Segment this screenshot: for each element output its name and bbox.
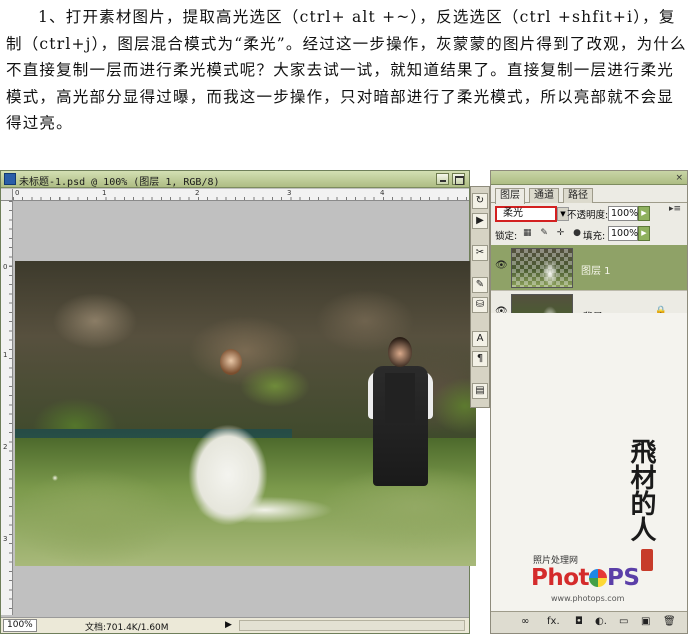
clone-source-icon[interactable]: ⛁: [472, 297, 488, 313]
maximize-button[interactable]: [452, 173, 465, 185]
adjustment-layer-icon[interactable]: ◐.: [595, 616, 607, 627]
ruler-label: 1: [102, 189, 107, 197]
ruler-label: 2: [195, 189, 200, 197]
wedding-photo[interactable]: [15, 261, 476, 566]
ruler-label: 3: [287, 189, 292, 197]
fill-field[interactable]: 100%: [608, 226, 638, 241]
new-layer-icon[interactable]: ▣: [641, 616, 650, 627]
panel-footer: ∞ fx. ◘ ◐. ▭ ▣ 🗑: [491, 611, 687, 633]
document-window[interactable]: 未标题-1.psd @ 100% (图层 1, RGB/8) 0 1 2 3 4…: [0, 170, 476, 634]
layer-name[interactable]: 图层 1: [581, 262, 611, 277]
panel-titlebar[interactable]: ×: [491, 171, 687, 185]
blend-mode-select[interactable]: 柔光: [495, 206, 557, 222]
document-title: 未标题-1.psd @ 100% (图层 1, RGB/8): [19, 177, 220, 188]
document-titlebar[interactable]: 未标题-1.psd @ 100% (图层 1, RGB/8): [1, 171, 469, 188]
ruler-label: 3: [3, 535, 8, 543]
tab-paths[interactable]: 路径: [563, 188, 593, 203]
panel-empty-area: 飛材的人 照片处理网 Phot PS www.photops.com: [491, 313, 687, 611]
brand-url: www.photops.com: [551, 594, 625, 603]
bride-head: [220, 349, 242, 375]
brush-preset-icon[interactable]: ✎: [472, 277, 488, 293]
brand-logo-pre: Phot: [531, 565, 590, 591]
colorful-o-icon: [589, 569, 608, 587]
new-group-icon[interactable]: ▭: [619, 616, 628, 627]
layer-thumbnail[interactable]: [511, 248, 573, 288]
add-mask-icon[interactable]: ◘: [575, 616, 583, 627]
horizontal-scrollbar[interactable]: [239, 620, 465, 631]
fill-label: 填充:: [583, 231, 606, 242]
ruler-origin[interactable]: [1, 189, 13, 201]
tab-layers[interactable]: 图层: [495, 188, 525, 204]
lock-label: 锁定:: [495, 231, 518, 242]
vertical-ruler[interactable]: 0 1 2 3: [1, 201, 13, 615]
ruler-label: 2: [3, 443, 8, 451]
fill-slider-arrow-icon[interactable]: ▶: [638, 226, 650, 241]
ruler-label: 0: [15, 189, 20, 197]
opacity-slider-arrow-icon[interactable]: ▶: [638, 206, 650, 221]
brand-logo: Phot PS: [531, 565, 640, 591]
palette-dock: ↻ ▶ ✂ ✎ ⛁ A ¶ ▤: [470, 186, 490, 408]
calligraphy-watermark: 飛材的人: [626, 438, 656, 542]
close-icon[interactable]: ×: [675, 173, 683, 183]
eye-icon[interactable]: 👁: [495, 260, 508, 271]
photoshop-doc-icon: [4, 173, 16, 185]
tools-icon[interactable]: ✂: [472, 245, 488, 261]
link-layers-icon[interactable]: ∞: [521, 616, 529, 627]
ruler-label: 1: [3, 351, 8, 359]
brand-logo-post: PS: [607, 565, 640, 591]
bride-dress: [173, 391, 283, 531]
layers-panel: × 图层 通道 路径 ▸≡ 柔光 ▼ 不透明度: 100% ▶ 锁定: ▦ ✎ …: [490, 170, 688, 634]
paragraph-icon[interactable]: ¶: [472, 351, 488, 367]
layer-comps-icon[interactable]: ▤: [472, 383, 488, 399]
layer-style-icon[interactable]: fx.: [547, 616, 560, 627]
character-icon[interactable]: A: [472, 331, 488, 347]
minimize-button[interactable]: [436, 173, 449, 185]
status-menu-arrow-icon[interactable]: ▶: [225, 620, 232, 630]
tab-channels[interactable]: 通道: [529, 188, 559, 203]
document-statusbar: 100% 文档:701.4K/1.60M ▶: [1, 617, 469, 633]
trash-icon[interactable]: 🗑: [663, 616, 676, 627]
lock-options-icons[interactable]: ▦ ✎ ✛ ●: [523, 228, 584, 238]
panel-menu-icon[interactable]: ▸≡: [669, 204, 681, 214]
actions-icon[interactable]: ▶: [472, 213, 488, 229]
canvas-area[interactable]: [13, 201, 476, 615]
red-seal-stamp: [641, 549, 653, 571]
ruler-label: 4: [380, 189, 385, 197]
transparency-checker: [512, 249, 572, 287]
document-size-info: 文档:701.4K/1.60M: [85, 623, 169, 633]
tutorial-step-text: 1、打开素材图片，提取高光选区（ctrl+ alt +~），反选选区（ctrl …: [6, 8, 687, 132]
panel-tabs: 图层 通道 路径 ▸≡: [491, 186, 687, 214]
ruler-label: 0: [3, 263, 8, 271]
layer-row-layer1[interactable]: 👁 图层 1: [491, 245, 687, 291]
zoom-field[interactable]: 100%: [3, 619, 37, 632]
opacity-label: 不透明度:: [567, 210, 609, 221]
groom-vest: [385, 373, 415, 423]
groom-head: [388, 337, 412, 367]
history-icon[interactable]: ↻: [472, 193, 488, 209]
opacity-field[interactable]: 100%: [608, 206, 638, 221]
horizontal-ruler[interactable]: 0 1 2 3 4: [13, 189, 469, 201]
